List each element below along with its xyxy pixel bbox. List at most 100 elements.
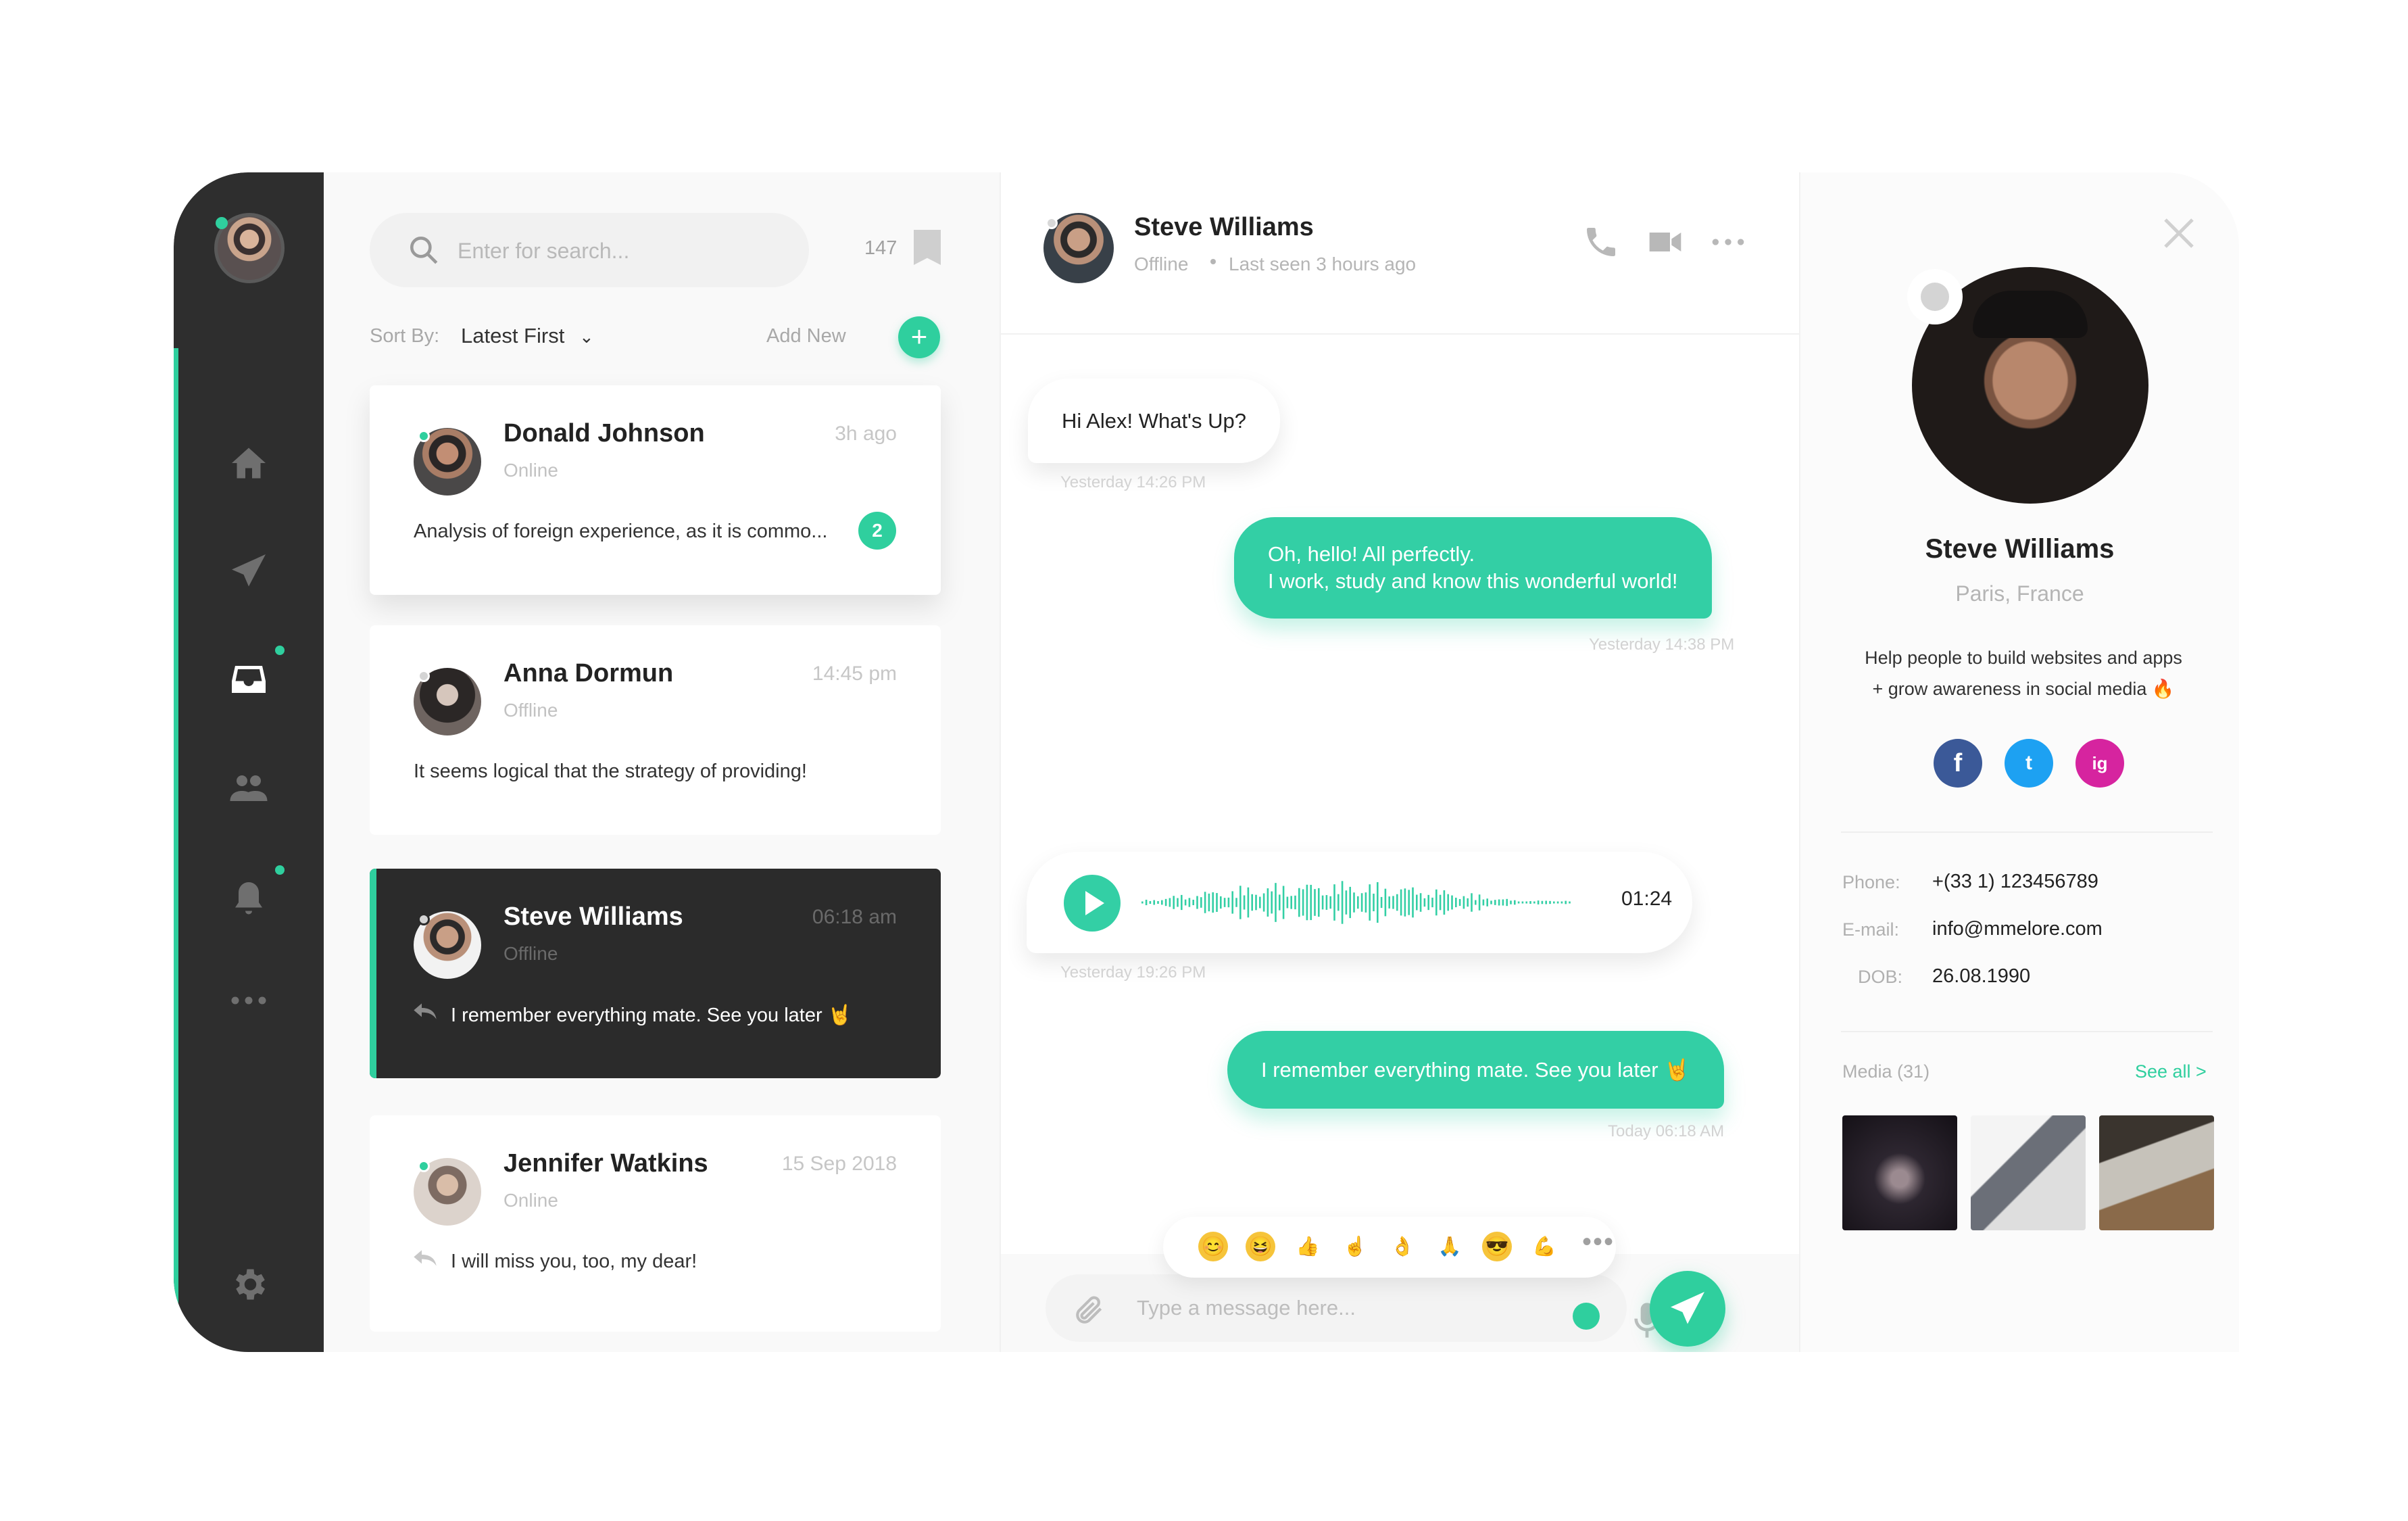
waveform-bar [1380, 896, 1383, 909]
waveform-bar [1192, 899, 1194, 906]
sort-dropdown[interactable]: Latest First [461, 324, 564, 348]
conversation-item-active[interactable]: Steve Williams Offline 06:18 am I rememb… [370, 869, 941, 1078]
waveform-bar [1286, 896, 1289, 909]
chevron-down-icon[interactable]: ⌄ [579, 327, 594, 347]
send-button[interactable] [1650, 1271, 1725, 1347]
waveform-bar [1373, 893, 1375, 912]
facebook-icon[interactable]: f [1934, 739, 1982, 788]
waveform-bar [1145, 899, 1148, 906]
conversation-item[interactable]: Anna Dormun Offline 14:45 pm It seems lo… [370, 625, 941, 835]
add-new-button[interactable]: + [898, 316, 940, 358]
conversation-item[interactable]: Jennifer Watkins Online 15 Sep 2018 I wi… [370, 1115, 941, 1332]
waveform-bar [1541, 900, 1544, 904]
waveform-bar [1384, 888, 1387, 917]
contact-name: Anna Dormun [503, 659, 674, 687]
waveform-bar [1188, 898, 1191, 907]
phone-value[interactable]: +(33 1) 123456789 [1932, 871, 2098, 893]
waveform-bar [1251, 894, 1253, 911]
waveform-bar [1164, 898, 1167, 907]
media-thumbnail[interactable] [2099, 1115, 2214, 1230]
media-thumbnail[interactable] [1842, 1115, 1957, 1230]
play-button[interactable] [1064, 875, 1121, 932]
attachment-icon[interactable] [1073, 1293, 1106, 1327]
bio-line: + grow awareness in social media 🔥 [1872, 679, 2175, 699]
waveform-bar [1447, 894, 1449, 911]
waveform-bar [1227, 897, 1230, 908]
more-options-icon[interactable] [1709, 223, 1747, 261]
waveform-bar [1325, 895, 1328, 910]
twitter-icon[interactable]: t [2005, 739, 2053, 788]
close-icon[interactable] [2159, 213, 2199, 254]
waveform-bar [1416, 894, 1418, 911]
waveform-bar [1486, 898, 1488, 907]
waveform-bar [1537, 900, 1540, 904]
users-icon[interactable] [225, 764, 272, 811]
waveform-bar [1259, 896, 1261, 909]
instagram-icon[interactable]: ig [2075, 739, 2124, 788]
message-preview: It seems logical that the strategy of pr… [414, 760, 807, 782]
emoji-muscle[interactable]: 💪 [1529, 1232, 1559, 1261]
waveform-bar [1427, 894, 1429, 911]
bookmark-icon[interactable] [914, 230, 941, 265]
waveform-bar [1208, 893, 1210, 912]
emoji-thumbs-up[interactable]: 👍 [1293, 1232, 1323, 1261]
waveform-bar [1173, 896, 1175, 909]
profile-pane: Steve Williams Paris, France Help people… [1800, 172, 2239, 1352]
waveform-bar [1290, 896, 1292, 909]
email-value[interactable]: info@mmelore.com [1932, 918, 2103, 940]
paper-plane-icon[interactable] [225, 548, 272, 595]
outgoing-message: Oh, hello! All perfectly. I work, study … [1234, 517, 1712, 619]
waveform-bar [1223, 898, 1226, 907]
contact-status: Offline [503, 943, 558, 964]
inbox-icon[interactable] [225, 656, 272, 703]
waveform-bar [1200, 897, 1202, 908]
waveform-bar [1502, 899, 1504, 906]
emoji-laugh[interactable]: 😆 [1246, 1232, 1275, 1261]
waveform-bar [1247, 887, 1250, 918]
waveform-bar [1157, 900, 1159, 904]
more-icon[interactable] [225, 977, 272, 1024]
emoji-point-up[interactable]: ☝ [1340, 1232, 1370, 1261]
waveform-bar [1365, 892, 1367, 913]
media-thumbnail[interactable] [1971, 1115, 2086, 1230]
waveform-bar [1475, 900, 1477, 905]
waveform-bar [1318, 888, 1320, 917]
gear-icon[interactable] [225, 1261, 272, 1308]
dob-label: DOB: [1858, 967, 1903, 987]
message-text-line: Oh, hello! All perfectly. [1268, 542, 1475, 566]
last-seen: Last seen 3 hours ago [1229, 254, 1417, 274]
audio-waveform[interactable] [1141, 879, 1574, 926]
emoji-pray[interactable]: 🙏 [1435, 1232, 1465, 1261]
bell-icon[interactable] [225, 875, 272, 923]
waveform-bar [1396, 894, 1398, 911]
home-icon[interactable] [225, 439, 272, 487]
waveform-bar [1329, 896, 1331, 909]
chat-pane: Steve Williams Offline Last seen 3 hours… [1000, 172, 1800, 1352]
waveform-bar [1455, 897, 1457, 908]
conversation-item[interactable]: Donald Johnson Online 3h ago Analysis of… [370, 385, 941, 595]
search-box[interactable] [370, 213, 809, 287]
emoji-toggle-button[interactable] [1573, 1303, 1600, 1330]
offline-indicator [1046, 217, 1058, 229]
waveform-bar [1510, 900, 1512, 904]
video-call-icon[interactable] [1646, 223, 1684, 261]
online-indicator [216, 217, 228, 229]
separator-dot [1210, 259, 1216, 264]
message-input[interactable] [1137, 1289, 1515, 1327]
search-input[interactable] [458, 232, 782, 270]
see-all-link[interactable]: See all > [2135, 1061, 2207, 1082]
waveform-bar [1349, 886, 1351, 919]
reply-icon [414, 1003, 437, 1019]
phone-icon[interactable] [1582, 223, 1620, 261]
waveform-bar [1357, 896, 1359, 909]
waveform-bar [1181, 894, 1183, 911]
emoji-sunglasses[interactable]: 😎 [1482, 1232, 1512, 1261]
waveform-bar [1471, 893, 1473, 912]
emoji-smile[interactable]: 😊 [1198, 1232, 1228, 1261]
more-emojis-icon[interactable]: ••• [1582, 1227, 1615, 1257]
message-text: Hi Alex! What's Up? [1062, 408, 1246, 433]
emoji-ok-hand[interactable]: 👌 [1387, 1232, 1417, 1261]
waveform-bar [1514, 900, 1516, 905]
message-field[interactable] [1046, 1274, 1660, 1342]
contact-status: Offline [503, 700, 558, 721]
